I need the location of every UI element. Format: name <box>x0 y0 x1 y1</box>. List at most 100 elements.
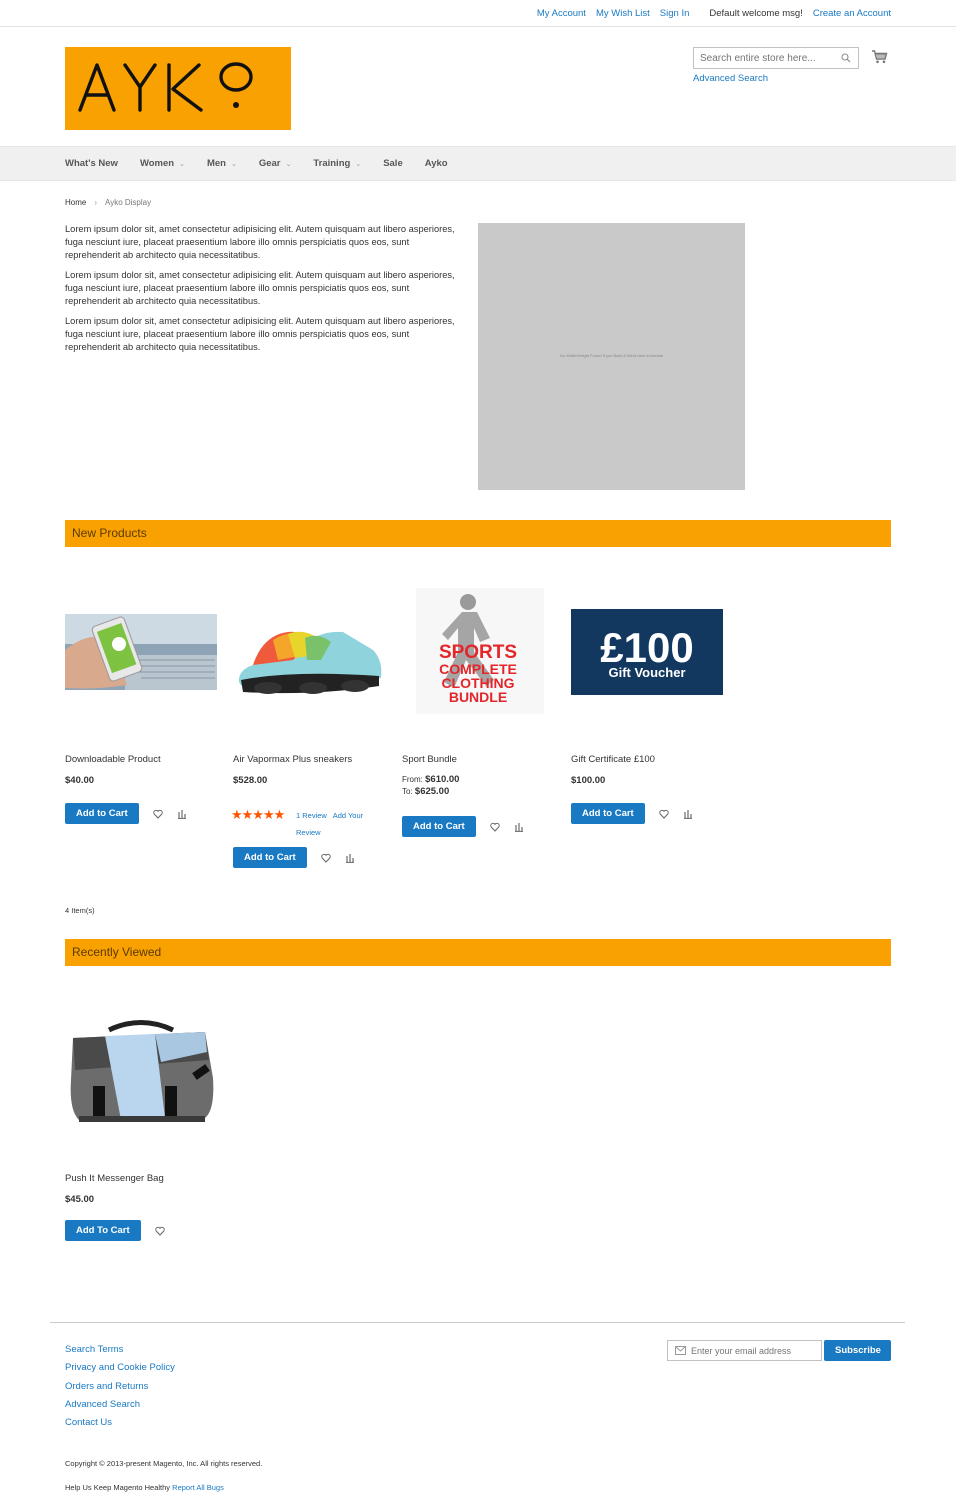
footer-link-search-terms[interactable]: Search Terms <box>65 1341 175 1359</box>
chevron-down-icon: ⌄ <box>230 160 237 168</box>
footer-links: Search Terms Privacy and Cookie Policy O… <box>65 1341 175 1432</box>
my-wishlist-link[interactable]: My Wish List <box>596 8 650 19</box>
nav-item-training[interactable]: Training ⌄ <box>313 158 361 169</box>
product-price: $528.00 <box>233 775 268 786</box>
heart-icon[interactable] <box>154 1226 165 1236</box>
footer-link-contact[interactable]: Contact Us <box>65 1414 175 1432</box>
chevron-down-icon: ⌄ <box>285 160 292 168</box>
sign-in-link[interactable]: Sign In <box>660 8 690 19</box>
compare-icon[interactable] <box>177 809 187 819</box>
nav-item-label: Training <box>313 158 351 169</box>
voucher-amount: £100 <box>600 624 693 671</box>
breadcrumb: Home › Ayko Display <box>65 198 151 207</box>
envelope-icon <box>675 1346 686 1355</box>
intro-paragraph: Lorem ipsum dolor sit, amet consectetur … <box>65 316 455 352</box>
product-item: Downloadable Product $40.00 Add to Cart <box>65 560 220 824</box>
compare-icon[interactable] <box>683 809 693 819</box>
nav-item-men[interactable]: Men ⌄ <box>207 158 237 169</box>
price-from-label: From: <box>402 775 423 784</box>
breadcrumb-separator-icon: › <box>94 198 98 207</box>
intro-text: Lorem ipsum dolor sit, amet consectetur … <box>65 223 465 361</box>
product-image-gift-voucher[interactable]: £100 Gift Voucher <box>571 560 723 740</box>
nav-item-label: Sale <box>383 158 403 169</box>
recently-viewed-heading: Recently Viewed <box>65 939 891 966</box>
price-from: $610.00 <box>425 774 460 785</box>
product-image-downloadable[interactable] <box>65 560 217 740</box>
compare-icon[interactable] <box>345 853 355 863</box>
product-name[interactable]: Downloadable Product <box>65 754 161 765</box>
add-to-cart-button[interactable]: Add to Cart <box>571 803 645 824</box>
nav-item-label: Women <box>139 158 175 169</box>
nav-item-label: Ayko <box>424 158 448 169</box>
nav-item-what-s-new[interactable]: What's New <box>65 158 118 169</box>
product-image-sneakers[interactable] <box>233 560 385 740</box>
cart-icon[interactable] <box>871 49 888 64</box>
product-image-messenger-bag[interactable] <box>65 990 217 1150</box>
add-to-cart-button[interactable]: Add to Cart <box>402 816 476 837</box>
report-bugs-link[interactable]: Report All Bugs <box>172 1483 224 1492</box>
product-name[interactable]: Sport Bundle <box>402 754 457 765</box>
footer-link-orders-returns[interactable]: Orders and Returns <box>65 1378 175 1396</box>
my-account-link[interactable]: My Account <box>537 8 586 19</box>
price-to-label: To: <box>402 787 413 796</box>
rating-stars: ★★★★★ <box>231 807 285 822</box>
intro-paragraph: Lorem ipsum dolor sit, amet consectetur … <box>65 270 455 306</box>
breadcrumb-home[interactable]: Home <box>65 198 86 207</box>
bundle-line-1: SPORTS <box>439 642 517 663</box>
heart-icon[interactable] <box>321 853 331 863</box>
top-bar: My Account My Wish List Sign In Default … <box>0 0 956 27</box>
product-item: £100 Gift Voucher Gift Certificate £100 … <box>571 560 726 824</box>
product-item: SPORTS COMPLETE CLOTHING BUNDLE Sport Bu… <box>402 560 557 837</box>
image-placeholder: No Width/Height Found If you Build A Win… <box>478 223 745 490</box>
heart-icon[interactable] <box>490 822 500 832</box>
add-to-cart-button[interactable]: Add to Cart <box>65 803 139 824</box>
main-navigation: What's New Women ⌄ Men ⌄ Gear ⌄ Training ⌄ Sale Ay… <box>0 146 956 181</box>
nav-item-sale[interactable]: Sale <box>383 158 403 169</box>
breadcrumb-current: Ayko Display <box>105 198 152 207</box>
nav-item-gear[interactable]: Gear ⌄ <box>259 158 292 169</box>
footer-link-privacy[interactable]: Privacy and Cookie Policy <box>65 1359 175 1377</box>
welcome-message: Default welcome msg! <box>709 8 803 19</box>
items-count: 4 Item(s) <box>65 906 95 915</box>
product-image-sport-bundle[interactable]: SPORTS COMPLETE CLOTHING BUNDLE <box>402 560 554 740</box>
search-box <box>693 47 859 69</box>
price-to: $625.00 <box>414 786 450 797</box>
subscribe-button[interactable]: Subscribe <box>824 1340 891 1361</box>
bundle-line-4: BUNDLE <box>449 689 507 705</box>
heart-icon[interactable] <box>153 809 163 819</box>
advanced-search-link[interactable]: Advanced Search <box>693 73 768 84</box>
voucher-label: Gift Voucher <box>608 665 685 680</box>
product-price: $45.00 <box>65 1194 95 1205</box>
newsletter-email-input[interactable] <box>691 1341 821 1360</box>
new-products-heading: New Products <box>65 520 891 547</box>
report-bugs-text: Help Us Keep Magento Healthy <box>65 1483 171 1492</box>
nav-item-ayko[interactable]: Ayko <box>425 158 448 169</box>
store-logo[interactable] <box>65 47 291 130</box>
product-reviews: ★★★★★ 1 Review Add Your Review <box>231 807 391 837</box>
nav-item-women[interactable]: Women ⌄ <box>140 158 185 169</box>
add-to-cart-button[interactable]: Add To Cart <box>65 1220 141 1241</box>
copyright: Copyright © 2013-present Magento, Inc. A… <box>65 1459 263 1468</box>
search-input[interactable] <box>694 48 834 68</box>
product-name[interactable]: Push It Messenger Bag <box>65 1173 164 1184</box>
report-bugs: Help Us Keep Magento Healthy Report All … <box>65 1483 224 1492</box>
nav-item-label: What's New <box>65 158 118 169</box>
nav-item-label: Gear <box>258 158 281 169</box>
add-to-cart-button[interactable]: Add to Cart <box>233 847 307 868</box>
product-item: Push It Messenger Bag $45.00 Add To Cart <box>65 990 220 1241</box>
header-links: My Account My Wish List Sign In Default … <box>537 8 891 19</box>
product-name[interactable]: Air Vapormax Plus sneakers <box>233 754 352 765</box>
create-account-link[interactable]: Create an Account <box>813 8 891 19</box>
product-price: $40.00 <box>65 775 95 786</box>
product-name[interactable]: Gift Certificate £100 <box>571 754 655 765</box>
reviews-link[interactable]: 1 Review <box>296 811 327 820</box>
footer-link-advanced-search[interactable]: Advanced Search <box>65 1396 175 1414</box>
compare-icon[interactable] <box>514 822 524 832</box>
intro-paragraph: Lorem ipsum dolor sit, amet consectetur … <box>65 224 455 260</box>
search-icon[interactable] <box>841 53 851 63</box>
product-item: Air Vapormax Plus sneakers $528.00 ★★★★★… <box>231 560 388 868</box>
heart-icon[interactable] <box>659 809 669 819</box>
footer-divider <box>50 1322 905 1323</box>
chevron-down-icon: ⌄ <box>179 160 185 168</box>
product-price: $100.00 <box>571 775 606 786</box>
